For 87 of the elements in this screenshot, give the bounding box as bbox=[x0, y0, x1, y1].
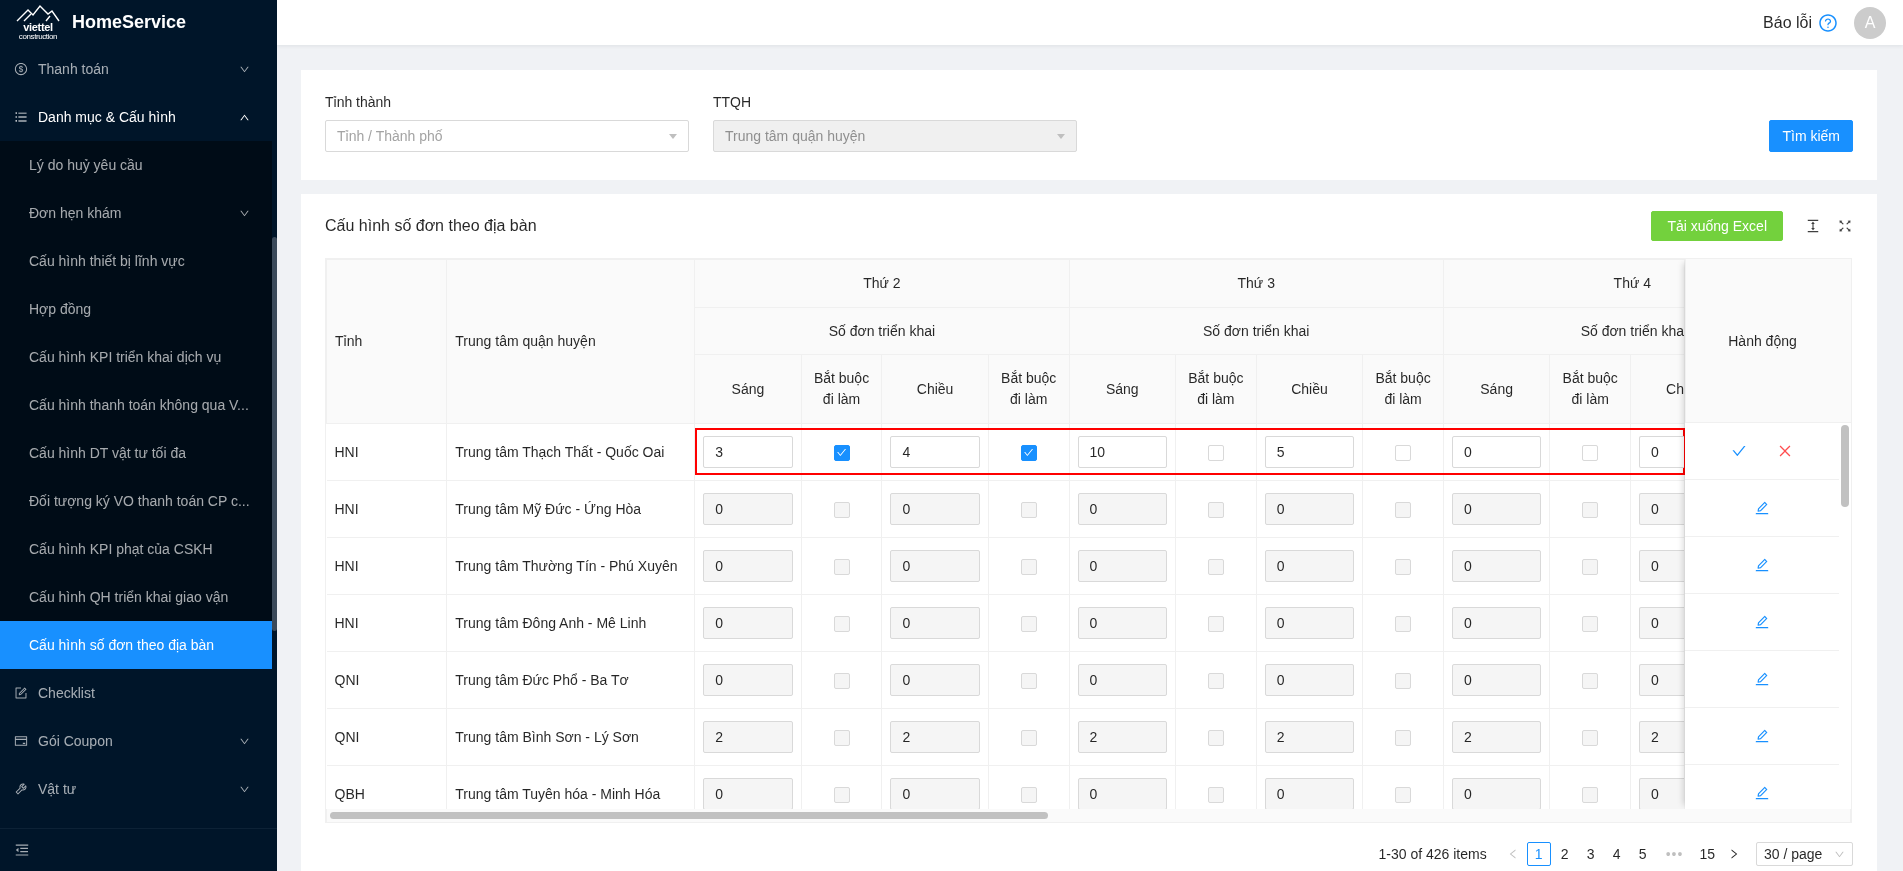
menu-item[interactable]: Vật tư bbox=[0, 765, 272, 813]
number-input[interactable]: 4 bbox=[890, 436, 980, 468]
submenu-item[interactable]: Cấu hình thiết bị lĩnh vực bbox=[0, 237, 272, 285]
collapse-menu-icon[interactable] bbox=[14, 842, 30, 858]
column-header: Bắt buộc đi làm bbox=[988, 354, 1070, 424]
table-cell: HNI bbox=[334, 444, 359, 460]
field-label: Tỉnh thành bbox=[325, 94, 393, 112]
menu-item[interactable]: Checklist bbox=[0, 669, 272, 717]
submenu-item[interactable]: Cấu hình KPI phạt của CSKH bbox=[0, 525, 272, 573]
edit-button[interactable] bbox=[1754, 500, 1770, 516]
column-header: Bắt buộc đi làm bbox=[801, 354, 882, 424]
wrench-icon bbox=[14, 782, 28, 796]
check-icon bbox=[836, 447, 848, 459]
menu-item[interactable]: Gói Coupon bbox=[0, 717, 272, 765]
table-cell: HNI bbox=[334, 615, 359, 631]
submenu-item[interactable]: Đơn hẹn khám bbox=[0, 189, 272, 237]
column-header: Trung tâm quận huyện bbox=[446, 259, 695, 424]
pagination-summary: 1-30 of 426 items bbox=[1378, 846, 1487, 862]
save-button[interactable] bbox=[1731, 443, 1747, 459]
edit-button[interactable] bbox=[1754, 557, 1770, 573]
card-icon bbox=[14, 734, 28, 748]
edit-button[interactable] bbox=[1754, 614, 1770, 630]
form-icon bbox=[14, 686, 28, 700]
scrollbar-thumb[interactable] bbox=[272, 237, 277, 631]
number-input[interactable]: 0 bbox=[1639, 436, 1684, 468]
menu-item[interactable]: Danh mục & Cấu hình bbox=[0, 93, 272, 141]
card-title: Cấu hình số đơn theo địa bàn bbox=[325, 217, 538, 235]
list-icon bbox=[14, 110, 28, 124]
submenu-item[interactable]: Đối tượng ký VO thanh toán CP c... bbox=[0, 477, 272, 525]
table-cell: QBH bbox=[334, 786, 365, 802]
table-cell: HNI bbox=[334, 558, 359, 574]
table-cell: Trung tâm Bình Sơn - Lý Sơn bbox=[455, 729, 639, 745]
fullscreen-icon[interactable] bbox=[1837, 218, 1853, 234]
checkbox[interactable] bbox=[833, 444, 850, 461]
page-size-select[interactable]: 30 / page bbox=[1756, 842, 1853, 866]
submenu-item[interactable]: Cấu hình KPI triển khai dịch vụ bbox=[0, 333, 272, 381]
number-input[interactable]: 5 bbox=[1264, 436, 1355, 468]
column-header: Số đơn triển khai bbox=[694, 307, 1070, 355]
column-header: Số đơn triển kha bbox=[1443, 307, 1685, 355]
submenu-item[interactable]: Cấu hình DT vật tư tối đa bbox=[0, 429, 272, 477]
table-cell: Trung tâm Đông Anh - Mê Linh bbox=[455, 615, 647, 631]
submenu-item[interactable]: Cấu hình thanh toán không qua V... bbox=[0, 381, 272, 429]
column-header: Ch bbox=[1630, 354, 1685, 424]
table-cell: QNI bbox=[334, 672, 360, 688]
brand-name: HomeService bbox=[72, 12, 187, 33]
edit-button[interactable] bbox=[1754, 728, 1770, 744]
logo: viettel construction bbox=[10, 4, 66, 41]
number-input[interactable]: 0 bbox=[1451, 436, 1542, 468]
report-link[interactable]: Báo lỗi bbox=[1763, 13, 1812, 32]
scrollbar-thumb[interactable] bbox=[1841, 425, 1849, 507]
column-header: Chiều bbox=[1256, 354, 1363, 424]
column-header: Thứ 4 bbox=[1443, 259, 1685, 308]
column-header: Chiều bbox=[881, 354, 989, 424]
column-header: Số đơn triển khai bbox=[1069, 307, 1444, 355]
edit-button[interactable] bbox=[1754, 671, 1770, 687]
number-input[interactable]: 3 bbox=[703, 436, 793, 468]
table-cell: QNI bbox=[334, 729, 360, 745]
checkbox[interactable] bbox=[1020, 444, 1037, 461]
column-header: Thứ 3 bbox=[1069, 259, 1444, 308]
field-label: TTQH bbox=[713, 94, 753, 112]
scrollbar-thumb[interactable] bbox=[330, 812, 1048, 819]
cancel-button[interactable] bbox=[1777, 443, 1793, 459]
menu-item[interactable]: Thanh toán bbox=[0, 45, 272, 93]
help-icon[interactable] bbox=[1818, 12, 1838, 33]
table-cell: Trung tâm Mỹ Đức - Ứng Hòa bbox=[455, 501, 642, 517]
column-header: Hành động bbox=[1685, 259, 1839, 423]
column-header: Thứ 2 bbox=[694, 259, 1070, 308]
submenu-item[interactable]: Cấu hình QH triển khai giao vận bbox=[0, 573, 272, 621]
table-cell: Trung tâm Thạch Thất - Quốc Oai bbox=[455, 444, 665, 460]
dollar-icon bbox=[14, 62, 28, 76]
table-cell: Trung tâm Đức Phổ - Ba Tơ bbox=[455, 672, 629, 688]
column-header: Tỉnh bbox=[326, 259, 447, 424]
table-cell: HNI bbox=[334, 501, 359, 517]
table-cell: Trung tâm Thường Tín - Phú Xuyên bbox=[455, 558, 678, 574]
check-icon bbox=[1023, 447, 1035, 459]
column-header: Bắt buộc đi làm bbox=[1175, 354, 1257, 424]
table-cell: Trung tâm Tuyên hóa - Minh Hóa bbox=[455, 786, 661, 802]
column-header: Sáng bbox=[1443, 354, 1550, 424]
number-input[interactable]: 10 bbox=[1077, 436, 1168, 468]
submenu-item[interactable]: Lý do huỷ yêu cầu bbox=[0, 141, 272, 189]
submenu-item[interactable]: Hợp đồng bbox=[0, 285, 272, 333]
edit-button[interactable] bbox=[1754, 785, 1770, 801]
column-header: Sáng bbox=[694, 354, 802, 424]
column-header: Sáng bbox=[1069, 354, 1176, 424]
column-header: Bắt buộc đi làm bbox=[1362, 354, 1444, 424]
row-height-icon[interactable] bbox=[1805, 218, 1821, 234]
column-header: Bắt buộc đi làm bbox=[1549, 354, 1631, 424]
